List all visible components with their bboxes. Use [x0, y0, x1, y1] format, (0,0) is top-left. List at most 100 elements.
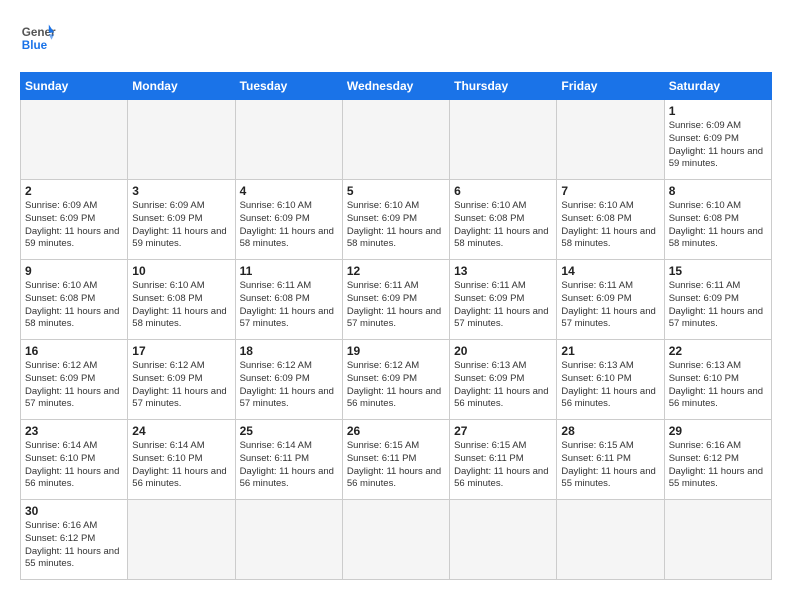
- calendar-week-2: 2Sunrise: 6:09 AM Sunset: 6:09 PM Daylig…: [21, 180, 772, 260]
- logo-icon: General Blue: [20, 20, 56, 56]
- calendar-cell: 20 Sunrise: 6:13 AM Sunset: 6:09 PM Dayli…: [450, 340, 557, 420]
- day-number: 28: [561, 424, 659, 438]
- day-number: 7: [561, 184, 659, 198]
- calendar-cell: 14 Sunrise: 6:11 AM Sunset: 6:09 PM Dayli…: [557, 260, 664, 340]
- day-number: 17: [132, 344, 230, 358]
- column-header-monday: Monday: [128, 73, 235, 100]
- calendar-cell: 6 Sunrise: 6:10 AM Sunset: 6:08 PM Daylig…: [450, 180, 557, 260]
- calendar-cell: 23Sunrise: 6:14 AM Sunset: 6:10 PM Dayli…: [21, 420, 128, 500]
- day-info: Sunrise: 6:11 AM Sunset: 6:09 PM Dayligh…: [454, 280, 552, 331]
- day-number: 18: [240, 344, 338, 358]
- day-number: 5: [347, 184, 445, 198]
- day-info: Sunrise: 6:16 AM Sunset: 6:12 PM Dayligh…: [669, 440, 767, 491]
- calendar-cell: 27 Sunrise: 6:15 AM Sunset: 6:11 PM Dayli…: [450, 420, 557, 500]
- day-info: Sunrise: 6:10 AM Sunset: 6:08 PM Dayligh…: [132, 280, 230, 331]
- day-number: 30: [25, 504, 123, 518]
- day-info: Sunrise: 6:13 AM Sunset: 6:10 PM Dayligh…: [669, 360, 767, 411]
- day-info: Sunrise: 6:12 AM Sunset: 6:09 PM Dayligh…: [347, 360, 445, 411]
- calendar-cell: [128, 100, 235, 180]
- calendar-cell: 9 Sunrise: 6:10 AM Sunset: 6:08 PM Daylig…: [21, 260, 128, 340]
- column-header-friday: Friday: [557, 73, 664, 100]
- calendar-cell: [450, 100, 557, 180]
- calendar-cell: [664, 500, 771, 580]
- day-info: Sunrise: 6:11 AM Sunset: 6:09 PM Dayligh…: [347, 280, 445, 331]
- day-info: Sunrise: 6:16 AM Sunset: 6:12 PM Dayligh…: [25, 520, 123, 571]
- calendar-cell: [450, 500, 557, 580]
- calendar-cell: 11Sunrise: 6:11 AM Sunset: 6:08 PM Dayli…: [235, 260, 342, 340]
- day-info: Sunrise: 6:12 AM Sunset: 6:09 PM Dayligh…: [25, 360, 123, 411]
- day-info: Sunrise: 6:15 AM Sunset: 6:11 PM Dayligh…: [454, 440, 552, 491]
- calendar-cell: 21 Sunrise: 6:13 AM Sunset: 6:10 PM Dayli…: [557, 340, 664, 420]
- calendar-cell: 22 Sunrise: 6:13 AM Sunset: 6:10 PM Dayli…: [664, 340, 771, 420]
- calendar-header-row: SundayMondayTuesdayWednesdayThursdayFrid…: [21, 73, 772, 100]
- column-header-tuesday: Tuesday: [235, 73, 342, 100]
- calendar-cell: 29 Sunrise: 6:16 AM Sunset: 6:12 PM Dayli…: [664, 420, 771, 500]
- day-info: Sunrise: 6:14 AM Sunset: 6:10 PM Dayligh…: [132, 440, 230, 491]
- calendar-cell: [21, 100, 128, 180]
- day-number: 16: [25, 344, 123, 358]
- day-number: 9: [25, 264, 123, 278]
- day-info: Sunrise: 6:15 AM Sunset: 6:11 PM Dayligh…: [561, 440, 659, 491]
- calendar-cell: 12 Sunrise: 6:11 AM Sunset: 6:09 PM Dayli…: [342, 260, 449, 340]
- day-info: Sunrise: 6:13 AM Sunset: 6:09 PM Dayligh…: [454, 360, 552, 411]
- calendar-cell: 8Sunrise: 6:10 AM Sunset: 6:08 PM Daylig…: [664, 180, 771, 260]
- day-number: 13: [454, 264, 552, 278]
- day-info: Sunrise: 6:13 AM Sunset: 6:10 PM Dayligh…: [561, 360, 659, 411]
- day-number: 27: [454, 424, 552, 438]
- calendar-cell: 18 Sunrise: 6:12 AM Sunset: 6:09 PM Dayli…: [235, 340, 342, 420]
- logo: General Blue: [20, 20, 56, 56]
- day-number: 3: [132, 184, 230, 198]
- day-number: 6: [454, 184, 552, 198]
- calendar-week-5: 23Sunrise: 6:14 AM Sunset: 6:10 PM Dayli…: [21, 420, 772, 500]
- calendar-table: SundayMondayTuesdayWednesdayThursdayFrid…: [20, 72, 772, 580]
- day-info: Sunrise: 6:10 AM Sunset: 6:09 PM Dayligh…: [347, 200, 445, 251]
- column-header-thursday: Thursday: [450, 73, 557, 100]
- calendar-week-3: 9 Sunrise: 6:10 AM Sunset: 6:08 PM Daylig…: [21, 260, 772, 340]
- calendar-cell: 26Sunrise: 6:15 AM Sunset: 6:11 PM Dayli…: [342, 420, 449, 500]
- day-number: 22: [669, 344, 767, 358]
- calendar-cell: [557, 500, 664, 580]
- calendar-cell: [342, 500, 449, 580]
- day-number: 10: [132, 264, 230, 278]
- day-number: 20: [454, 344, 552, 358]
- calendar-cell: 5 Sunrise: 6:10 AM Sunset: 6:09 PM Daylig…: [342, 180, 449, 260]
- day-info: Sunrise: 6:12 AM Sunset: 6:09 PM Dayligh…: [240, 360, 338, 411]
- calendar-cell: 28 Sunrise: 6:15 AM Sunset: 6:11 PM Dayli…: [557, 420, 664, 500]
- day-info: Sunrise: 6:10 AM Sunset: 6:08 PM Dayligh…: [561, 200, 659, 251]
- day-number: 12: [347, 264, 445, 278]
- day-info: Sunrise: 6:14 AM Sunset: 6:11 PM Dayligh…: [240, 440, 338, 491]
- day-info: Sunrise: 6:10 AM Sunset: 6:08 PM Dayligh…: [454, 200, 552, 251]
- calendar-week-4: 16 Sunrise: 6:12 AM Sunset: 6:09 PM Dayli…: [21, 340, 772, 420]
- day-info: Sunrise: 6:09 AM Sunset: 6:09 PM Dayligh…: [669, 120, 767, 171]
- day-number: 21: [561, 344, 659, 358]
- day-number: 14: [561, 264, 659, 278]
- day-info: Sunrise: 6:11 AM Sunset: 6:09 PM Dayligh…: [561, 280, 659, 331]
- calendar-cell: 3Sunrise: 6:09 AM Sunset: 6:09 PM Daylig…: [128, 180, 235, 260]
- calendar-cell: [235, 100, 342, 180]
- day-number: 4: [240, 184, 338, 198]
- calendar-cell: 17 Sunrise: 6:12 AM Sunset: 6:09 PM Dayli…: [128, 340, 235, 420]
- day-info: Sunrise: 6:11 AM Sunset: 6:09 PM Dayligh…: [669, 280, 767, 331]
- day-info: Sunrise: 6:10 AM Sunset: 6:08 PM Dayligh…: [25, 280, 123, 331]
- calendar-cell: 24 Sunrise: 6:14 AM Sunset: 6:10 PM Dayli…: [128, 420, 235, 500]
- day-info: Sunrise: 6:10 AM Sunset: 6:09 PM Dayligh…: [240, 200, 338, 251]
- calendar-cell: 25Sunrise: 6:14 AM Sunset: 6:11 PM Dayli…: [235, 420, 342, 500]
- day-info: Sunrise: 6:10 AM Sunset: 6:08 PM Dayligh…: [669, 200, 767, 251]
- calendar-cell: 1Sunrise: 6:09 AM Sunset: 6:09 PM Daylig…: [664, 100, 771, 180]
- calendar-cell: 16 Sunrise: 6:12 AM Sunset: 6:09 PM Dayli…: [21, 340, 128, 420]
- day-info: Sunrise: 6:12 AM Sunset: 6:09 PM Dayligh…: [132, 360, 230, 411]
- column-header-wednesday: Wednesday: [342, 73, 449, 100]
- calendar-cell: [235, 500, 342, 580]
- calendar-cell: 4 Sunrise: 6:10 AM Sunset: 6:09 PM Daylig…: [235, 180, 342, 260]
- day-info: Sunrise: 6:11 AM Sunset: 6:08 PM Dayligh…: [240, 280, 338, 331]
- day-info: Sunrise: 6:15 AM Sunset: 6:11 PM Dayligh…: [347, 440, 445, 491]
- svg-text:Blue: Blue: [22, 39, 48, 52]
- day-number: 24: [132, 424, 230, 438]
- calendar-cell: [557, 100, 664, 180]
- calendar-cell: 13 Sunrise: 6:11 AM Sunset: 6:09 PM Dayli…: [450, 260, 557, 340]
- day-number: 29: [669, 424, 767, 438]
- calendar-cell: [342, 100, 449, 180]
- day-number: 19: [347, 344, 445, 358]
- day-number: 2: [25, 184, 123, 198]
- day-number: 15: [669, 264, 767, 278]
